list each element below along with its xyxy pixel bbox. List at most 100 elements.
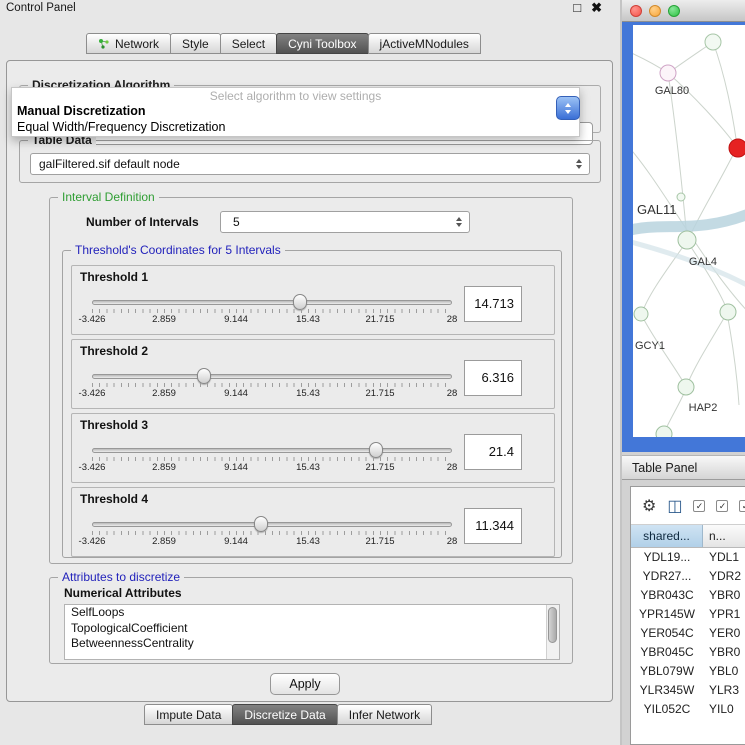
column-header-shared-name[interactable]: shared... [631,525,703,547]
list-item[interactable]: TopologicalCoefficient [65,621,559,637]
cell: YDL1 [703,548,745,567]
popup-option-manual-discretization[interactable]: Manual Discretization [12,103,579,119]
table-panel: Table Panel ⚙ ◫ ✓ ✓ ✓ shared... n... YDL… [622,455,745,745]
network-node-selected[interactable] [729,139,745,157]
tab-label: Discretize Data [244,708,325,722]
group-title: Attributes to discretize [58,570,184,584]
list-item[interactable]: SelfLoops [65,605,559,621]
threshold-3-value-field[interactable]: 21.4 [464,434,522,470]
tab-jactivemnodules[interactable]: jActiveMNodules [368,33,481,54]
network-node[interactable] [720,304,736,320]
chevron-down-icon [565,110,571,114]
slider-scale: -3.4262.8599.14415.4321.71528 [92,536,452,548]
slider-track[interactable] [92,522,452,527]
table-header-row: shared... n... [631,525,745,548]
table-row[interactable]: YDL19...YDL1 [631,548,745,567]
popup-placeholder: Select algorithm to view settings [12,88,579,103]
threshold-2-slider-thumb[interactable] [197,368,211,384]
table-row[interactable]: YDR27...YDR2 [631,567,745,586]
threshold-3-slider-thumb[interactable] [369,442,383,458]
table-row[interactable]: YER054CYER0 [631,624,745,643]
table-data-group: Table Data galFiltered.sif default node [19,140,601,183]
network-node[interactable] [660,65,676,81]
network-node[interactable] [678,379,694,395]
float-window-icon[interactable]: □ [573,0,581,16]
table-panel-title[interactable]: Table Panel [622,455,745,480]
tab-network[interactable]: Network [86,33,171,54]
network-view-window: GAL80 GAL11 GAL4 GCY1 HAP2 [622,0,745,452]
tick-label: 2.859 [152,388,176,399]
slider-track[interactable] [92,374,452,379]
network-canvas[interactable]: GAL80 GAL11 GAL4 GCY1 HAP2 [633,25,745,437]
cyni-toolbox-panel: Discretization Algorithm Select algorith… [6,60,613,702]
slider-ticks [92,531,452,535]
zoom-traffic-light-icon[interactable] [668,5,680,17]
network-node[interactable] [678,231,696,249]
popup-option-equal-width-frequency[interactable]: Equal Width/Frequency Discretization [12,119,579,135]
number-of-intervals-combobox[interactable]: 5 [220,211,470,233]
table-row[interactable]: YBL079WYBL0 [631,662,745,681]
tab-infer-network[interactable]: Infer Network [337,704,432,725]
threshold-1-slider-thumb[interactable] [293,294,307,310]
network-node[interactable] [705,34,721,50]
table-row[interactable]: YIL052CYIL0 [631,700,745,719]
checkbox-icon[interactable]: ✓ [739,500,745,512]
tab-cyni-toolbox[interactable]: Cyni Toolbox [276,33,368,54]
cell: YPR1 [703,605,745,624]
cell: YBR0 [703,643,745,662]
tick-label: 9.144 [224,388,248,399]
tab-select[interactable]: Select [220,33,277,54]
network-node[interactable] [677,193,685,201]
threshold-2-value-field[interactable]: 6.316 [464,360,522,396]
table-row[interactable]: YBR045CYBR0 [631,643,745,662]
close-icon[interactable]: ✖ [591,0,602,16]
table-row[interactable]: YLR345WYLR3 [631,681,745,700]
table-row[interactable]: YPR145WYPR1 [631,605,745,624]
threshold-4-value-field[interactable]: 11.344 [464,508,522,544]
combobox-value: 5 [233,215,240,229]
cyni-bottom-tab-bar: Impute Data Discretize Data Infer Networ… [145,704,432,725]
table-data-combobox[interactable]: galFiltered.sif default node [30,153,590,175]
tab-discretize-data[interactable]: Discretize Data [232,704,337,725]
control-panel: Control Panel □ ✖ Network Style Select C… [0,0,620,745]
list-item[interactable]: BetweennessCentrality [65,636,559,652]
network-node[interactable] [634,307,648,321]
tick-label: 15.43 [296,314,320,325]
attributes-to-discretize-group: Attributes to discretize Numerical Attri… [49,577,573,664]
tab-impute-data[interactable]: Impute Data [144,704,233,725]
threshold-2-box: Threshold 2 -3.4262.8599.14415.4321.7152… [71,339,555,409]
tick-label: 21.715 [365,462,394,473]
table-row[interactable]: YBR043CYBR0 [631,586,745,605]
network-node[interactable] [656,426,672,437]
slider-scale: -3.4262.8599.14415.4321.71528 [92,388,452,400]
tab-label: Infer Network [349,708,420,722]
network-window-titlebar[interactable] [622,0,745,22]
algorithm-popup: Select algorithm to view settings Manual… [11,87,580,137]
algorithm-combobox-stepper[interactable] [556,96,580,120]
threshold-4-slider-thumb[interactable] [254,516,268,532]
tick-label: 28 [447,388,458,399]
table-browser: ⚙ ◫ ✓ ✓ ✓ shared... n... YDL19...YDL1 YD… [630,486,745,745]
tick-label: 28 [447,462,458,473]
cell: YPR145W [631,605,703,624]
column-header-name[interactable]: n... [703,525,745,547]
control-panel-titlebar: Control Panel □ ✖ [0,0,620,18]
checkbox-icon[interactable]: ✓ [693,500,705,512]
cell: YDR27... [631,567,703,586]
close-traffic-light-icon[interactable] [630,5,642,17]
slider-track[interactable] [92,300,452,305]
slider-scale: -3.4262.8599.14415.4321.71528 [92,314,452,326]
control-panel-tab-bar: Network Style Select Cyni Toolbox jActiv… [87,33,481,54]
scrollbar-thumb[interactable] [548,607,557,643]
minimize-traffic-light-icon[interactable] [649,5,661,17]
threshold-1-label: Threshold 1 [80,270,148,284]
checkbox-icon[interactable]: ✓ [716,500,728,512]
tick-label: -3.426 [79,388,106,399]
apply-button[interactable]: Apply [270,673,340,695]
vertical-scrollbar[interactable] [546,605,559,659]
slider-track[interactable] [92,448,452,453]
columns-icon[interactable]: ◫ [667,496,682,516]
gear-icon[interactable]: ⚙ [642,496,656,516]
tab-style[interactable]: Style [170,33,221,54]
threshold-1-value-field[interactable]: 14.713 [464,286,522,322]
